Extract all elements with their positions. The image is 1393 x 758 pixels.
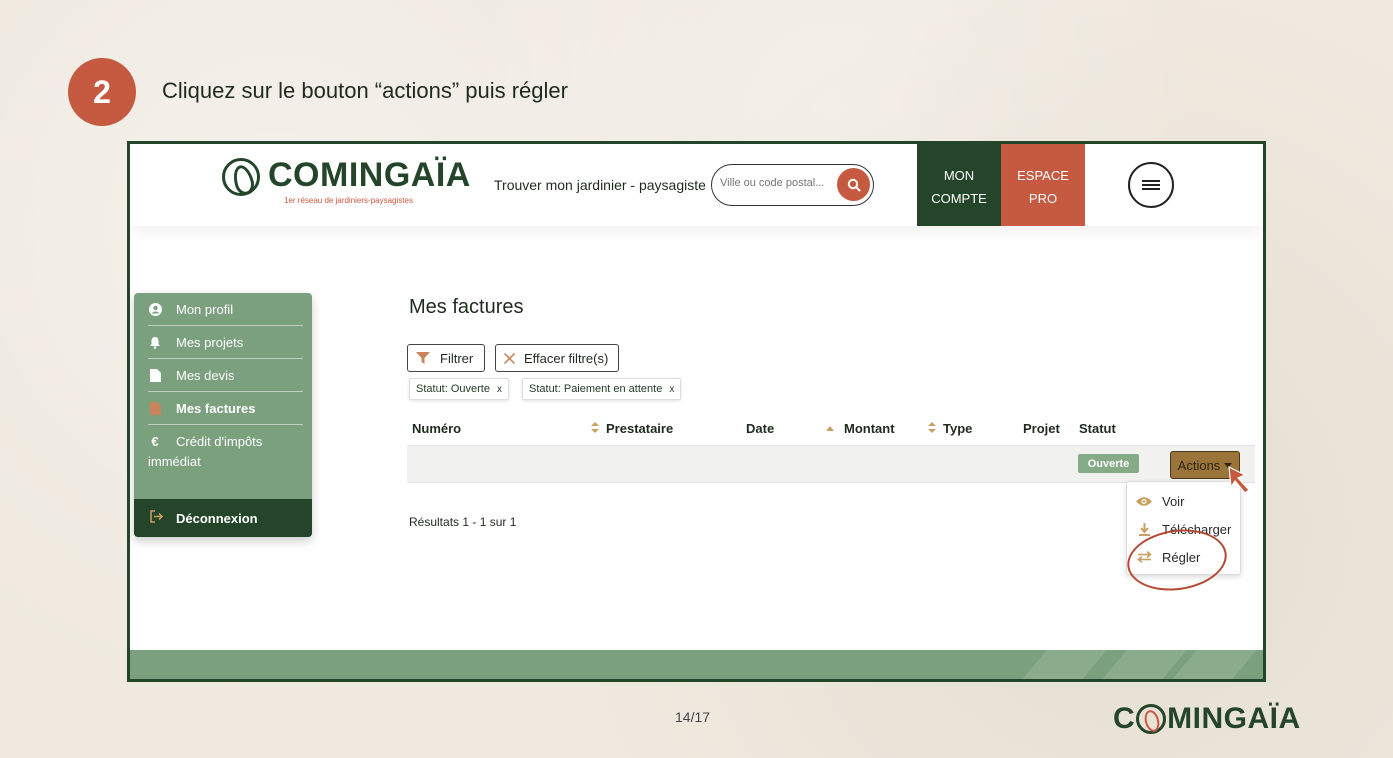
column-header-projet[interactable]: Projet <box>1023 421 1060 436</box>
mon-compte-line2: COMPTE <box>931 191 987 206</box>
filter-button-label: Filtrer <box>440 350 474 366</box>
column-header-label: Statut <box>1079 421 1116 436</box>
sort-both-icon <box>591 421 599 436</box>
actions-button-label: Actions <box>1177 457 1221 473</box>
table-row: Ouverte Actions <box>407 445 1255 483</box>
account-sidebar: Mon profil Mes projets Mes devis Mes fac… <box>134 293 312 537</box>
sidebar-item-mes-devis[interactable]: Mes devis <box>148 359 303 392</box>
logo-tagline: 1er réseau de jardiniers-paysagistes <box>284 196 413 205</box>
sidebar-item-label: Crédit d'impôts <box>176 434 263 449</box>
logout-label: Déconnexion <box>176 510 258 526</box>
site-footer-band <box>130 650 1263 679</box>
column-header-type[interactable]: Type <box>928 421 972 436</box>
sidebar-item-mon-profil[interactable]: Mon profil <box>148 293 303 326</box>
cursor-arrow-icon <box>1228 465 1250 494</box>
sidebar-item-mes-projets[interactable]: Mes projets <box>148 326 303 359</box>
bell-icon <box>148 336 162 349</box>
footer-logo-part: C <box>1113 702 1136 735</box>
browser-screenshot-frame: COMINGAÏA 1er réseau de jardiniers-paysa… <box>127 141 1266 682</box>
search-box <box>711 164 874 206</box>
leaf-logo-icon <box>222 158 260 196</box>
chip-remove-button[interactable]: x <box>497 384 502 395</box>
menu-item-label: Voir <box>1162 493 1185 509</box>
espace-pro-line1: ESPACE <box>1017 168 1069 183</box>
clear-filters-button[interactable]: Effacer filtre(s) <box>495 344 619 372</box>
sidebar-item-label: Mon profil <box>176 301 234 317</box>
download-icon <box>1135 522 1153 536</box>
search-button[interactable] <box>837 168 870 201</box>
espace-pro-line2: PRO <box>1028 191 1058 206</box>
column-header-label: Date <box>746 421 775 436</box>
filter-chip-ouverte: Statut: Ouverte x <box>409 378 509 400</box>
column-header-date[interactable]: Date <box>746 421 774 436</box>
sort-up-icon <box>826 424 834 434</box>
column-header-label: Type <box>943 421 973 436</box>
logout-icon <box>150 510 164 526</box>
search-input[interactable] <box>720 177 836 189</box>
step-number-badge: 2 <box>68 58 136 126</box>
column-header-statut[interactable]: Statut <box>1079 421 1116 436</box>
logo-text: COMINGAÏA <box>268 156 471 194</box>
column-header-numero[interactable]: Numéro <box>412 421 461 436</box>
page-number: 14/17 <box>675 709 711 725</box>
sidebar-item-mes-factures[interactable]: Mes factures <box>148 392 303 425</box>
results-count: Résultats 1 - 1 sur 1 <box>409 515 517 529</box>
filter-chip-paiement-attente: Statut: Paiement en attente x <box>522 378 682 400</box>
sidebar-item-label-continued: immédiat <box>148 454 201 469</box>
espace-pro-button[interactable]: ESPACE PRO <box>1001 144 1085 226</box>
leaf-logo-icon <box>1136 704 1167 734</box>
column-header-label: Projet <box>1023 421 1060 436</box>
eye-icon <box>1135 496 1153 507</box>
chip-label: Statut: Paiement en attente <box>529 383 663 395</box>
euro-icon: € <box>151 434 159 449</box>
hamburger-menu-button[interactable] <box>1128 162 1174 208</box>
chip-label: Statut: Ouverte <box>416 383 490 395</box>
sidebar-item-credit-impots[interactable]: € Crédit d'impôts immédiat <box>148 425 303 489</box>
file-icon <box>148 368 162 382</box>
column-header-prestataire[interactable]: Prestataire <box>591 421 673 436</box>
column-header-montant[interactable]: Montant <box>826 421 895 436</box>
mon-compte-line1: MON <box>943 168 975 183</box>
chip-remove-button[interactable]: x <box>669 384 674 395</box>
logout-button[interactable]: Déconnexion <box>134 499 312 537</box>
user-circle-icon <box>148 302 162 316</box>
find-gardener-label: Trouver mon jardinier - paysagiste <box>494 177 706 193</box>
footer-logo: C MINGAÏA <box>1113 702 1301 736</box>
status-badge: Ouverte <box>1078 454 1139 473</box>
funnel-icon <box>416 352 430 364</box>
column-header-label: Prestataire <box>606 421 674 436</box>
column-header-label: Montant <box>844 421 895 436</box>
sidebar-item-label: Mes projets <box>176 334 244 350</box>
hamburger-icon <box>1142 180 1160 190</box>
page-title: Mes factures <box>409 296 524 318</box>
mon-compte-button[interactable]: MON COMPTE <box>917 144 1001 226</box>
sidebar-item-label: Mes factures <box>176 400 256 416</box>
filter-button[interactable]: Filtrer <box>407 344 485 372</box>
sidebar-item-label: Mes devis <box>176 367 235 383</box>
footer-logo-part: MINGAÏA <box>1167 702 1301 735</box>
clear-filters-label: Effacer filtre(s) <box>524 350 609 366</box>
menu-item-voir[interactable]: Voir <box>1127 487 1240 515</box>
sort-both-icon <box>928 421 936 436</box>
site-logo[interactable]: COMINGAÏA 1er réseau de jardiniers-paysa… <box>222 156 471 205</box>
column-header-label: Numéro <box>412 421 462 436</box>
step-instruction: Cliquez sur le bouton “actions” puis rég… <box>162 78 568 103</box>
file-icon <box>148 401 162 415</box>
site-header: COMINGAÏA 1er réseau de jardiniers-paysa… <box>130 144 1263 226</box>
search-icon <box>847 178 860 191</box>
close-icon <box>504 352 515 364</box>
